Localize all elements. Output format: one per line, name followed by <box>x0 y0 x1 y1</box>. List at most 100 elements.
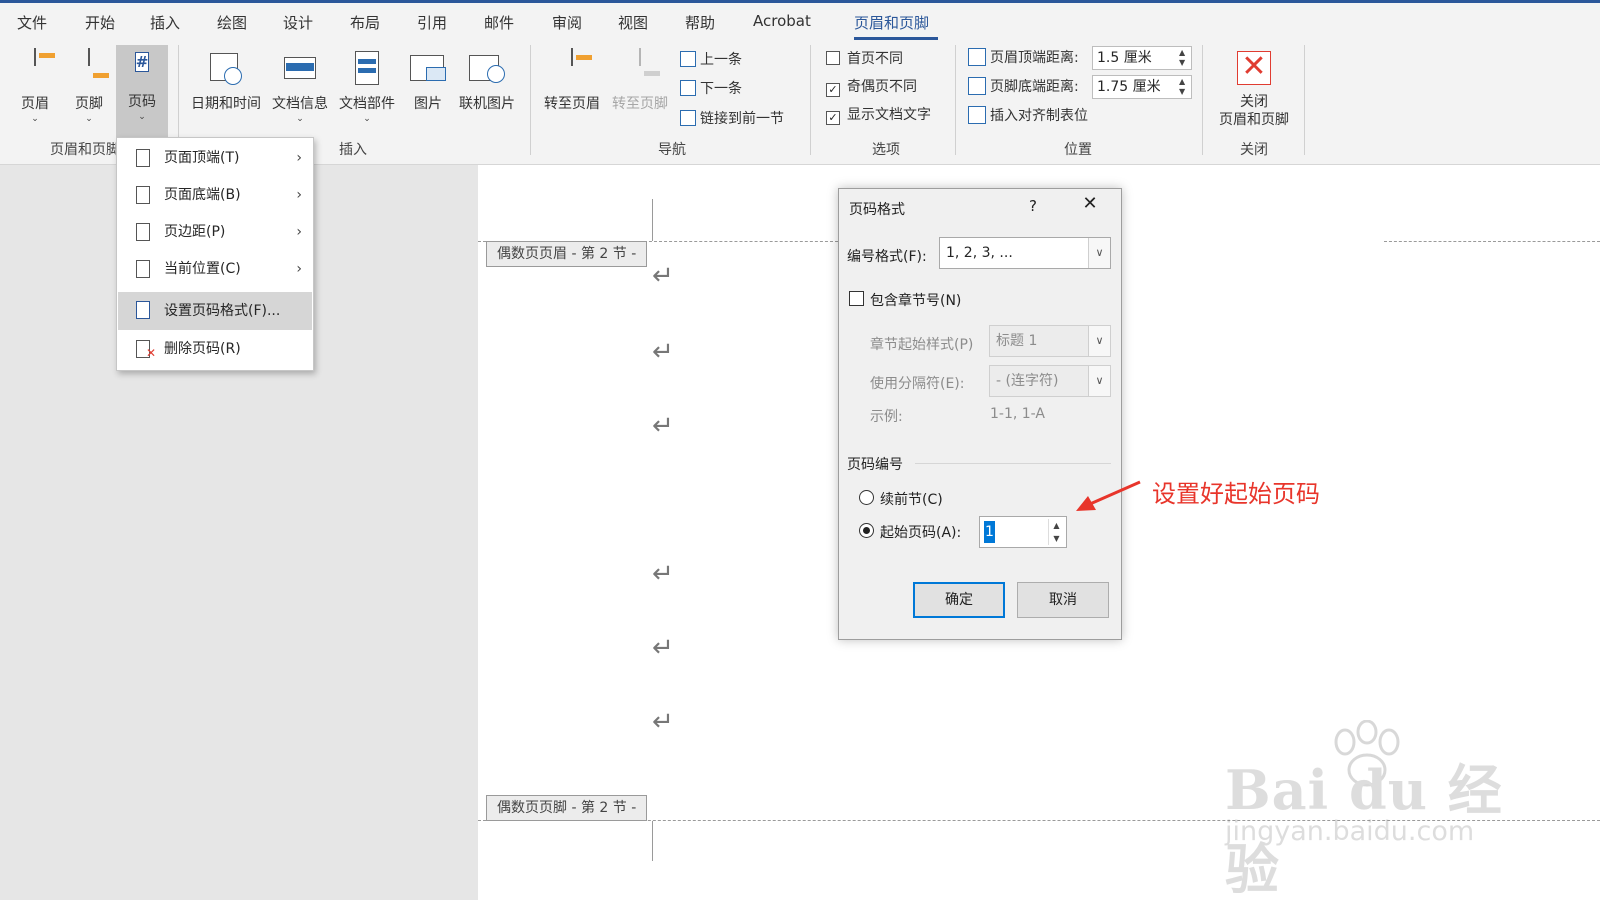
group-label-close: 关闭 <box>1240 142 1268 158</box>
chevron-right-icon: › <box>296 187 302 203</box>
include-chapter-checkbox[interactable] <box>849 291 864 306</box>
chevron-down-icon: ⌄ <box>296 114 304 124</box>
tab-draw[interactable]: 绘图 <box>217 12 247 33</box>
group-separator <box>1202 45 1203 155</box>
page-number-format-dialog: 页码格式 ? ✕ 编号格式(F): 1, 2, 3, ... ∨ 包含章节号(N… <box>838 188 1122 640</box>
tab-layout[interactable]: 布局 <box>350 12 380 33</box>
menu-bar: 文件 开始 插入 绘图 设计 布局 引用 邮件 审阅 视图 帮助 Acrobat… <box>0 3 1600 41</box>
picture-button[interactable]: 图片 <box>406 47 450 137</box>
checkmark-icon: ✓ <box>826 111 840 125</box>
paragraph-mark: ↵ <box>652 559 674 589</box>
arrow-down-icon <box>680 80 696 96</box>
paragraph-mark: ↵ <box>652 707 674 737</box>
baidu-watermark: Bai du 经验 jingyan.baidu.com <box>1225 720 1525 900</box>
chevron-down-icon: ∨ <box>1088 326 1110 356</box>
number-format-label: 编号格式(F): <box>847 249 927 265</box>
spinner-arrows-icon[interactable]: ▲ ▼ <box>1179 77 1189 97</box>
online-picture-button[interactable]: 联机图片 <box>456 47 518 137</box>
chapter-style-select[interactable]: 标题 1 ∨ <box>989 325 1111 357</box>
goto-footer-button[interactable]: 转至页脚 <box>608 47 672 137</box>
menu-item-format-page-numbers[interactable]: 设置页码格式(F)... <box>118 292 312 330</box>
date-time-button[interactable]: 日期和时间 <box>190 47 262 137</box>
tab-acrobat[interactable]: Acrobat <box>753 12 811 30</box>
page-icon <box>136 260 150 278</box>
close-header-footer-button[interactable]: ✕ 关闭 页眉和页脚 <box>1212 47 1296 137</box>
previous-button[interactable]: 上一条 <box>680 49 742 71</box>
goto-footer-icon <box>620 48 660 89</box>
document-info-button[interactable]: 文档信息 ⌄ <box>270 47 330 137</box>
footer-button[interactable]: 页脚 ⌄ <box>66 47 112 137</box>
insert-alignment-tab-button[interactable]: 插入对齐制表位 <box>968 103 1088 129</box>
quick-parts-button[interactable]: 文档部件 ⌄ <box>336 47 398 137</box>
start-at-input[interactable]: 1 ▲ ▼ <box>979 516 1067 548</box>
chevron-right-icon: › <box>296 150 302 166</box>
next-button[interactable]: 下一条 <box>680 78 742 100</box>
footer-bottom-distance-input[interactable]: 1.75 厘米 ▲ ▼ <box>1092 75 1192 99</box>
menu-item-current-position[interactable]: 当前位置(C) › <box>118 251 312 287</box>
menu-item-top-of-page[interactable]: 页面顶端(T) › <box>118 140 312 176</box>
page-icon <box>136 186 150 204</box>
odd-even-different-checkbox[interactable]: ✓ 奇偶页不同 <box>826 76 917 98</box>
spinner-arrows-icon[interactable]: ▲ ▼ <box>1179 48 1189 68</box>
chevron-right-icon: › <box>296 224 302 240</box>
spinner-arrows-icon[interactable]: ▲ ▼ <box>1048 519 1064 545</box>
link-previous-button[interactable]: 链接到前一节 <box>680 108 784 130</box>
group-separator <box>810 45 811 155</box>
tab-help[interactable]: 帮助 <box>685 12 715 33</box>
menu-item-remove-page-numbers[interactable]: ✕ 删除页码(R) <box>118 331 312 367</box>
link-icon <box>680 110 696 126</box>
chevron-right-icon: › <box>296 261 302 277</box>
tab-design[interactable]: 设计 <box>283 12 313 33</box>
first-page-different-checkbox[interactable]: 首页不同 <box>826 48 903 70</box>
continue-previous-radio[interactable] <box>859 490 874 505</box>
page-icon <box>136 149 150 167</box>
tab-insert[interactable]: 插入 <box>150 12 180 33</box>
dialog-title: 页码格式 <box>849 202 905 218</box>
header-button[interactable]: 页眉 ⌄ <box>12 47 58 137</box>
include-chapter-label: 包含章节号(N) <box>870 293 962 309</box>
chevron-down-icon: ⌄ <box>363 114 371 124</box>
footer-section-tag: 偶数页页脚 - 第 2 节 - <box>486 795 648 821</box>
menu-item-page-margins[interactable]: 页边距(P) › <box>118 214 312 250</box>
cancel-button[interactable]: 取消 <box>1017 582 1109 618</box>
start-at-radio[interactable] <box>859 523 874 538</box>
checkmark-icon: ✓ <box>826 83 840 97</box>
number-format-select[interactable]: 1, 2, 3, ... ∨ <box>939 237 1111 269</box>
tab-view[interactable]: 视图 <box>618 12 648 33</box>
page-number-icon: # <box>134 52 150 72</box>
show-document-text-checkbox[interactable]: ✓ 显示文档文字 <box>826 104 931 126</box>
page-number-button[interactable]: # 页码 ⌄ <box>116 45 168 139</box>
arrow-up-icon <box>680 51 696 67</box>
tab-mailings[interactable]: 邮件 <box>484 12 514 33</box>
annotation-arrow-icon <box>1076 480 1141 511</box>
header-top-distance-input[interactable]: 1.5 厘米 ▲ ▼ <box>1092 46 1192 70</box>
start-at-label: 起始页码(A): <box>880 525 962 541</box>
tab-review[interactable]: 审阅 <box>552 12 582 33</box>
close-icon[interactable]: ✕ <box>1079 193 1101 215</box>
tab-file[interactable]: 文件 <box>17 12 47 33</box>
tab-home[interactable]: 开始 <box>85 12 115 33</box>
example-label: 示例: <box>870 409 903 425</box>
header-top-distance-label: 页眉顶端距离: <box>968 45 1079 71</box>
word-window: 文件 开始 插入 绘图 设计 布局 引用 邮件 审阅 视图 帮助 Acrobat… <box>0 0 1600 900</box>
active-tab-indicator <box>854 37 938 40</box>
group-separator <box>955 45 956 155</box>
chevron-down-icon: ⌄ <box>138 112 146 122</box>
margin-guide-line <box>652 199 653 241</box>
header-icon <box>15 48 55 89</box>
ok-button[interactable]: 确定 <box>913 582 1005 618</box>
quick-parts-icon <box>347 49 387 89</box>
help-button[interactable]: ? <box>1029 197 1037 215</box>
tab-references[interactable]: 引用 <box>417 12 447 33</box>
paragraph-mark: ↵ <box>652 337 674 367</box>
paragraph-mark: ↵ <box>652 633 674 663</box>
footer-position-icon <box>968 77 986 95</box>
separator-select[interactable]: - (连字符) ∨ <box>989 365 1111 397</box>
start-at-value: 1 <box>984 521 995 543</box>
goto-header-button[interactable]: 转至页眉 <box>540 47 604 137</box>
tab-header-footer[interactable]: 页眉和页脚 <box>854 12 929 33</box>
annotation-text: 设置好起始页码 <box>1152 480 1320 508</box>
goto-header-icon <box>552 48 592 89</box>
group-label-options: 选项 <box>872 142 900 158</box>
menu-item-bottom-of-page[interactable]: 页面底端(B) › <box>118 177 312 213</box>
